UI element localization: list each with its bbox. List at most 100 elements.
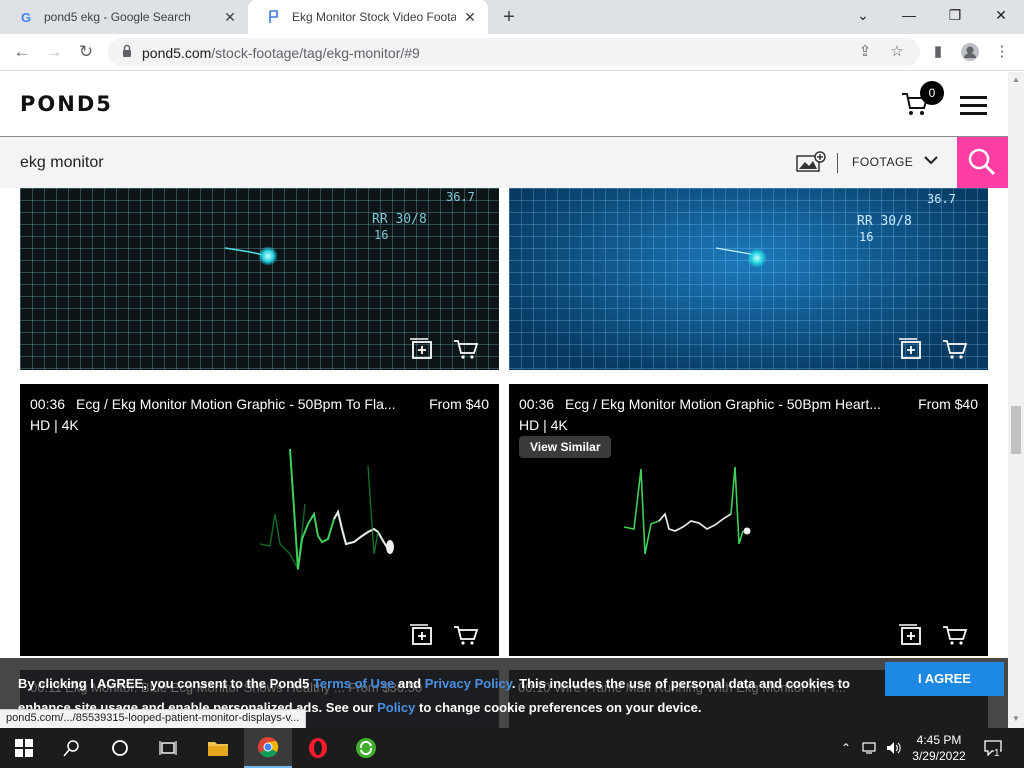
search-button[interactable] <box>957 137 1008 188</box>
close-tab-icon[interactable]: ✕ <box>222 9 238 25</box>
pond5-page: POND5 0 ekg monitor FOOTAGE 36.7 RR 30/8… <box>0 72 1024 728</box>
thumbnail-text: 36.7 <box>927 192 956 206</box>
thumbnail-text: 16 <box>859 230 874 244</box>
clip-card[interactable]: 36.7 RR 30/8 16 <box>20 188 499 370</box>
add-to-cart-icon[interactable] <box>453 624 479 646</box>
add-to-collection-icon[interactable] <box>898 338 924 360</box>
close-window-button[interactable]: ✕ <box>978 0 1024 32</box>
file-explorer-icon[interactable] <box>194 728 242 768</box>
card-actions <box>898 338 968 360</box>
thumbnail-text: 16 <box>374 228 389 242</box>
clip-duration: 00:36 <box>519 396 555 412</box>
url-text: pond5.com/stock-footage/tag/ekg-monitor/… <box>142 45 420 61</box>
hamburger-menu-icon[interactable] <box>960 96 987 115</box>
pond5-logo[interactable]: POND5 <box>20 92 113 116</box>
privacy-policy-link[interactable]: Privacy Policy <box>425 676 512 691</box>
side-panel-icon[interactable]: ▮ <box>926 40 950 64</box>
link-status-bar: pond5.com/.../85539315-looped-patient-mo… <box>0 709 307 728</box>
lock-icon <box>123 44 131 57</box>
forward-icon[interactable]: → <box>42 40 66 64</box>
media-type-dropdown[interactable]: FOOTAGE <box>852 155 913 169</box>
clip-title[interactable]: Ecg / Ekg Monitor Motion Graphic - 50Bpm… <box>565 396 910 412</box>
tab-google-search[interactable]: G pond5 ekg - Google Search ✕ <box>0 0 248 34</box>
tab-search-icon[interactable]: ⌄ <box>840 0 886 32</box>
search-bar: ekg monitor FOOTAGE <box>0 136 1008 188</box>
tab-title: pond5 ekg - Google Search <box>44 10 191 24</box>
ekg-glow <box>747 248 767 268</box>
app-green-icon[interactable] <box>342 728 390 768</box>
thumbnail-text: RR 30/8 <box>857 214 912 229</box>
cart-count-badge: 0 <box>920 81 944 105</box>
site-header: POND5 0 <box>0 72 1008 136</box>
windows-taskbar: ⌃ 4:45 PM 3/29/2022 1 <box>0 728 1024 768</box>
new-tab-button[interactable]: + <box>498 6 520 28</box>
clip-title[interactable]: Ecg / Ekg Monitor Motion Graphic - 50Bpm… <box>76 396 421 412</box>
ekg-waveform <box>623 466 751 555</box>
clock-date: 3/29/2022 <box>912 749 966 763</box>
scroll-down-arrow[interactable]: ▼ <box>1011 714 1021 724</box>
clip-card[interactable]: 36.7 RR 30/8 16 <box>509 188 988 370</box>
policy-link[interactable]: Policy <box>377 700 415 715</box>
notification-count: 1 <box>994 748 1000 759</box>
ekg-waveform <box>259 448 394 572</box>
back-icon[interactable]: ← <box>10 40 34 64</box>
chrome-menu-icon[interactable]: ⋮ <box>990 40 1014 64</box>
add-to-cart-icon[interactable] <box>942 624 968 646</box>
notification-center-icon[interactable]: 1 <box>980 728 1006 768</box>
tab-title: Ekg Monitor Stock Video Footage <box>292 10 456 24</box>
add-to-cart-icon[interactable] <box>942 338 968 360</box>
thumbnail-text: 36.7 <box>446 190 475 204</box>
card-actions <box>409 338 479 360</box>
clip-card[interactable]: 00:36 Ecg / Ekg Monitor Motion Graphic -… <box>509 384 988 656</box>
scroll-up-arrow[interactable]: ▲ <box>1011 75 1021 85</box>
opera-icon[interactable] <box>294 728 342 768</box>
thumbnail-text: RR 30/8 <box>372 212 427 227</box>
clip-price: From $40 <box>918 396 978 412</box>
scrollbar[interactable]: ▲ ▼ <box>1008 72 1024 728</box>
clip-duration: 00:36 <box>30 396 66 412</box>
add-to-collection-icon[interactable] <box>409 338 435 360</box>
google-g-icon: G <box>20 9 32 25</box>
scrollbar-thumb[interactable] <box>1011 406 1021 454</box>
search-icon[interactable] <box>48 728 96 768</box>
system-clock[interactable]: 4:45 PM 3/29/2022 <box>908 732 970 764</box>
ekg-glow <box>258 246 278 266</box>
visual-search-icon[interactable] <box>796 151 826 173</box>
pond5-icon <box>266 9 282 25</box>
windows-icon <box>15 739 33 757</box>
chevron-up-icon[interactable]: ⌃ <box>838 728 854 768</box>
chrome-taskbar-icon[interactable] <box>244 728 292 768</box>
add-to-collection-icon[interactable] <box>898 624 924 646</box>
clip-formats: HD | 4K <box>519 417 568 433</box>
search-icon <box>968 148 996 176</box>
terms-of-use-link[interactable]: Terms of Use <box>313 676 394 691</box>
profile-avatar[interactable] <box>958 40 982 64</box>
clip-formats: HD | 4K <box>30 417 79 433</box>
start-button[interactable] <box>0 728 48 768</box>
close-tab-icon[interactable]: ✕ <box>462 9 478 25</box>
i-agree-button[interactable]: I AGREE <box>885 662 1004 696</box>
chevron-down-icon[interactable] <box>924 152 938 168</box>
clip-price: From $40 <box>429 396 489 412</box>
search-input[interactable]: ekg monitor <box>20 154 104 172</box>
network-icon[interactable] <box>860 728 880 768</box>
add-to-cart-icon[interactable] <box>453 338 479 360</box>
tab-pond5[interactable]: Ekg Monitor Stock Video Footage ✕ <box>248 0 488 34</box>
cortana-icon[interactable] <box>96 728 144 768</box>
volume-icon[interactable] <box>884 728 904 768</box>
view-similar-button[interactable]: View Similar <box>519 436 612 458</box>
add-to-collection-icon[interactable] <box>409 624 435 646</box>
browser-toolbar: ← → ↻ pond5.com/stock-footage/tag/ekg-mo… <box>0 34 1024 71</box>
clock-time: 4:45 PM <box>916 733 962 747</box>
browser-tab-strip: G pond5 ekg - Google Search ✕ Ekg Monito… <box>0 0 1024 34</box>
reload-icon[interactable]: ↻ <box>74 40 98 64</box>
minimize-button[interactable]: — <box>886 0 932 32</box>
task-view-icon[interactable] <box>144 728 192 768</box>
share-icon[interactable]: ⇪ <box>856 43 874 61</box>
card-actions <box>409 624 479 646</box>
address-bar[interactable]: pond5.com/stock-footage/tag/ekg-monitor/… <box>108 38 920 66</box>
results-grid: 36.7 RR 30/8 16 36.7 RR 30/8 16 00:36 Ec… <box>0 188 1008 728</box>
clip-card[interactable]: 00:36 Ecg / Ekg Monitor Motion Graphic -… <box>20 384 499 656</box>
bookmark-star-icon[interactable]: ☆ <box>888 43 906 61</box>
restore-button[interactable]: ❐ <box>932 0 978 32</box>
